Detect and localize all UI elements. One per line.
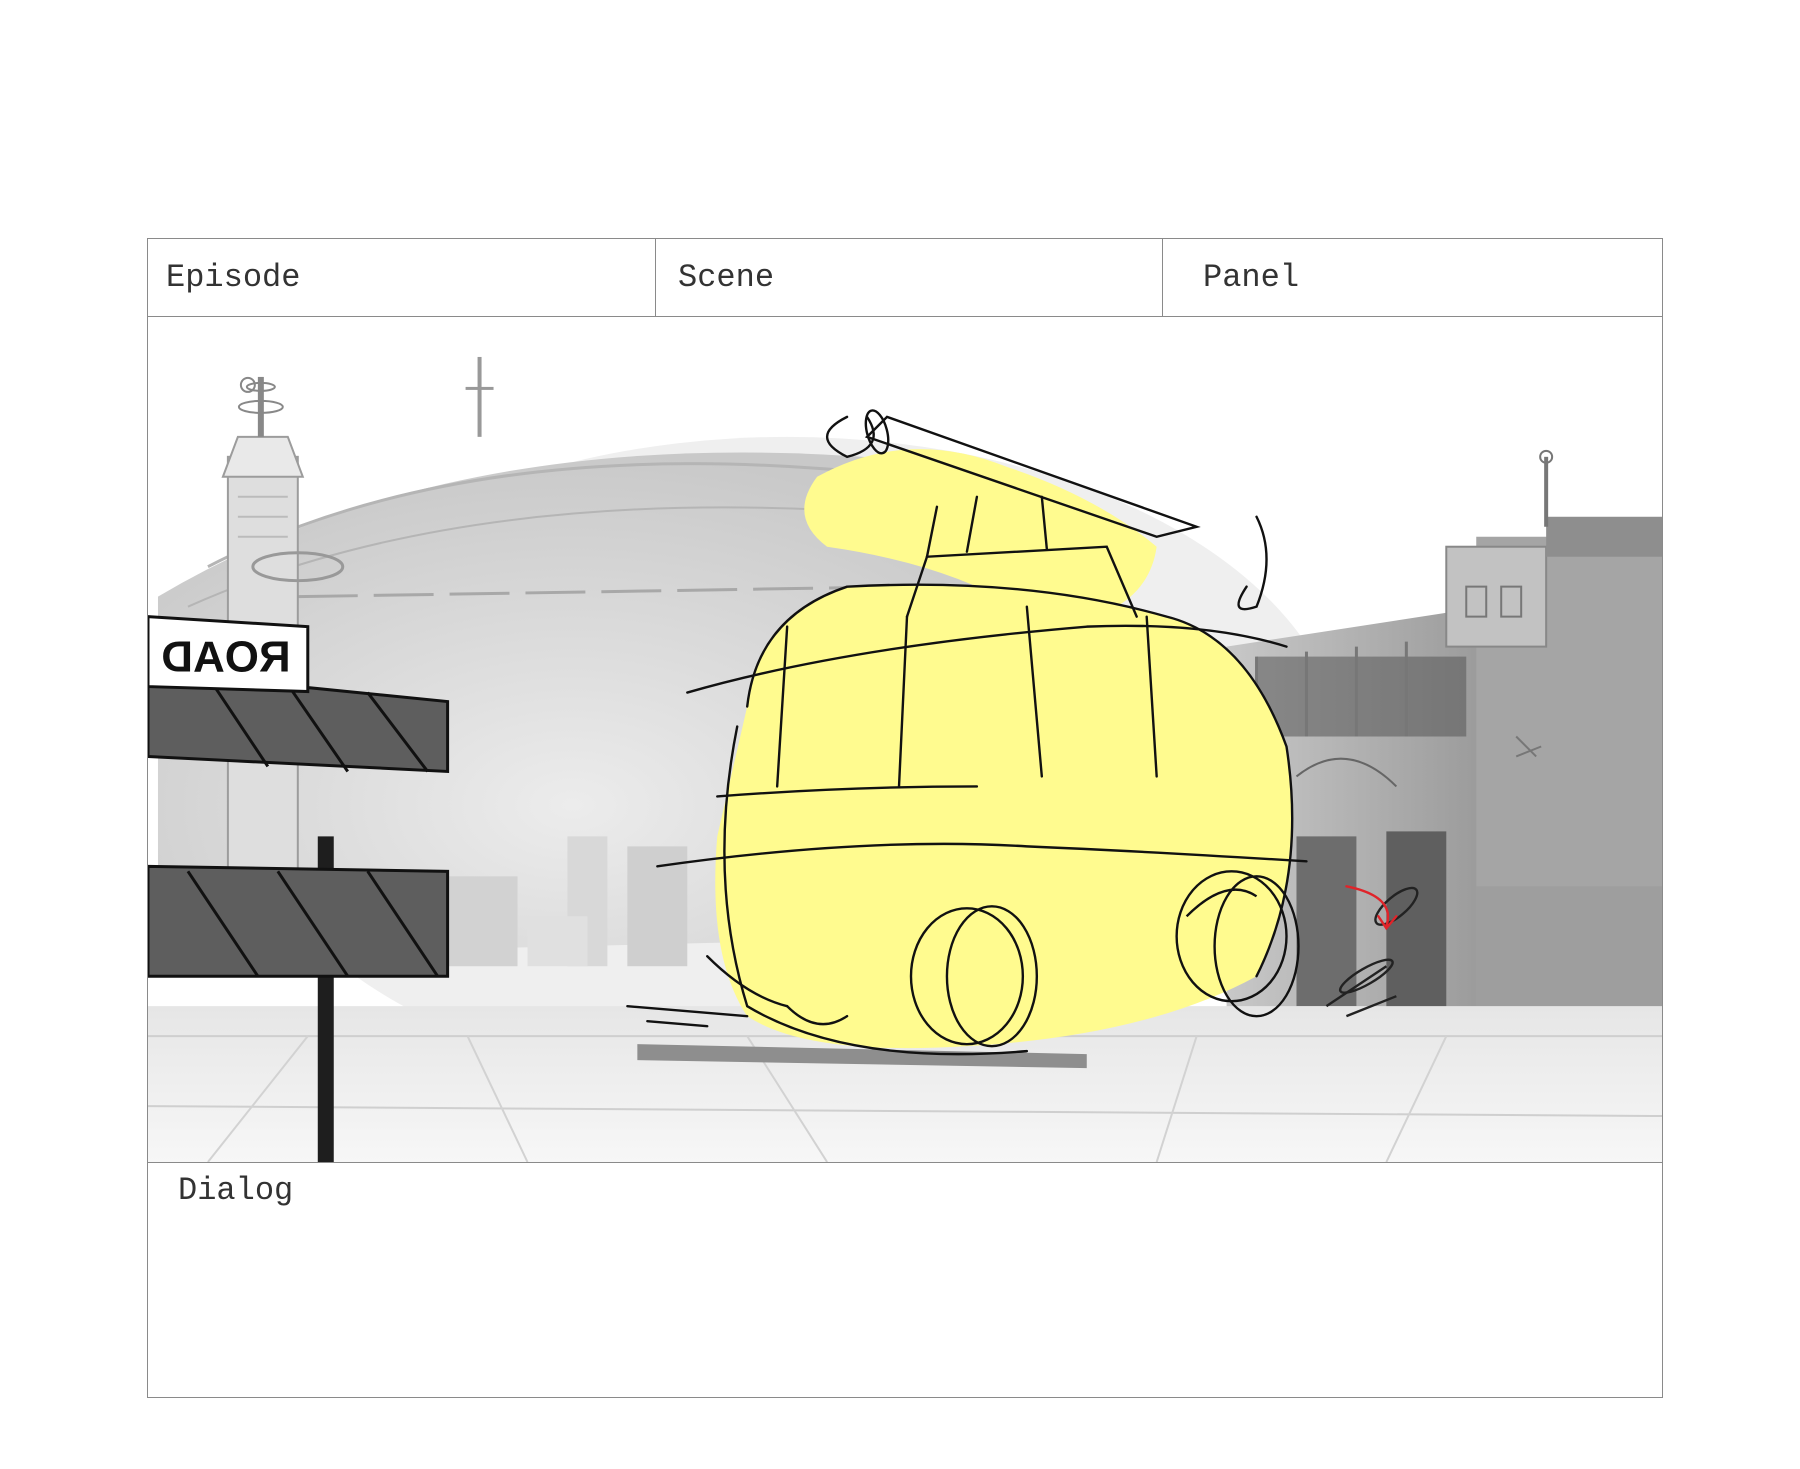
dialog-box[interactable]: Dialog: [148, 1163, 1662, 1397]
dialog-label: Dialog: [178, 1172, 294, 1209]
scene-label: Scene: [678, 259, 775, 296]
scene-field[interactable]: Scene: [656, 239, 1163, 316]
episode-field[interactable]: Episode: [148, 239, 656, 316]
panel-drawing-area: ROAD: [148, 317, 1662, 1163]
storyboard-header: Episode Scene Panel: [148, 239, 1662, 317]
panel-field[interactable]: Panel: [1163, 239, 1662, 316]
storyboard-sketch: ROAD: [148, 317, 1662, 1162]
road-sign-text: ROAD: [161, 633, 290, 682]
episode-label: Episode: [166, 259, 301, 296]
storyboard-sheet: Episode Scene Panel ROAD Dialog: [147, 238, 1663, 1398]
panel-label: Panel: [1203, 259, 1300, 296]
